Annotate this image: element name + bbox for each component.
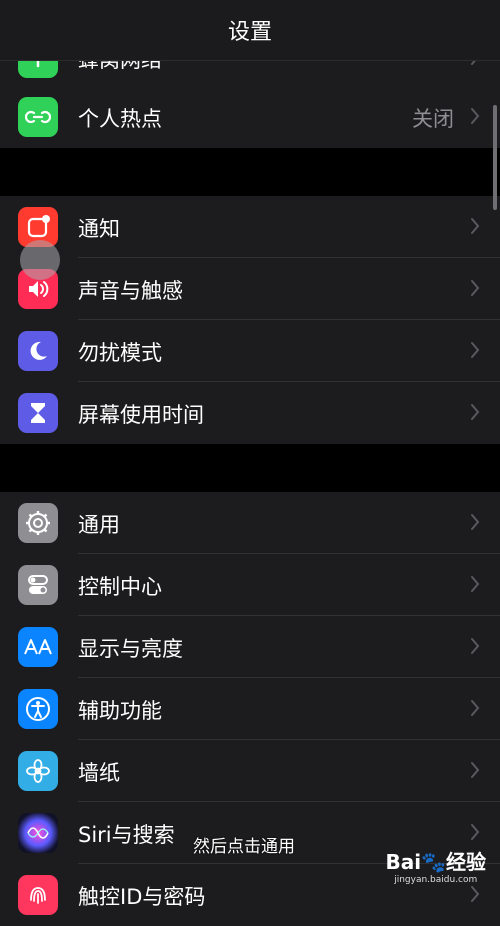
watermark-url: jingyan.baidu.com <box>394 875 478 885</box>
settings-row-wallpaper[interactable]: 墙纸 <box>0 740 500 802</box>
row-label: 个人热点 <box>78 107 162 131</box>
row-label: 墙纸 <box>78 761 120 785</box>
navigation-bar: 设置 <box>0 0 500 61</box>
instruction-caption: 然后点击通用 <box>193 837 295 857</box>
chevron-right-icon <box>471 762 480 778</box>
chevron-right-icon <box>471 886 480 902</box>
chevron-right-icon <box>471 824 480 840</box>
page-title: 设置 <box>227 20 272 45</box>
chevron-right-icon <box>471 700 480 716</box>
watermark: Bai🐾经验 jingyan.baidu.com <box>386 846 487 885</box>
settings-row-display-brightness[interactable]: 显示与亮度 <box>0 616 500 678</box>
toggles-icon <box>18 565 58 605</box>
hourglass-icon <box>18 393 58 433</box>
settings-row-do-not-disturb[interactable]: 勿扰模式 <box>0 320 500 382</box>
settings-row-general[interactable]: 通用 <box>0 492 500 554</box>
chevron-right-icon <box>471 576 480 592</box>
chevron-right-icon <box>471 280 480 296</box>
row-label: Siri与搜索 <box>78 823 175 847</box>
hotspot-icon <box>18 97 58 137</box>
touch-indicator <box>20 240 60 280</box>
flower-icon <box>18 751 58 791</box>
scroll-indicator[interactable] <box>493 105 497 210</box>
display-aa-icon <box>18 627 58 667</box>
settings-row-sounds-haptics[interactable]: 声音与触感 <box>0 258 500 320</box>
chevron-right-icon <box>471 404 480 420</box>
watermark-brand: Bai🐾经验 <box>385 850 487 874</box>
row-label: 显示与亮度 <box>78 637 183 661</box>
siri-icon <box>18 813 58 853</box>
row-label: 屏幕使用时间 <box>78 403 204 427</box>
fingerprint-icon <box>18 875 58 915</box>
settings-row-personal-hotspot[interactable]: 个人热点 关闭 <box>0 86 500 148</box>
chevron-right-icon <box>471 342 480 358</box>
row-value: 关闭 <box>412 107 454 131</box>
row-label: 控制中心 <box>78 575 162 599</box>
chevron-right-icon <box>471 218 480 234</box>
accessibility-icon <box>18 689 58 729</box>
settings-row-screen-time[interactable]: 屏幕使用时间 <box>0 382 500 444</box>
settings-row-control-center[interactable]: 控制中心 <box>0 554 500 616</box>
row-label: 通用 <box>78 513 120 537</box>
row-label: 声音与触感 <box>78 279 183 303</box>
row-label: 勿扰模式 <box>78 341 162 365</box>
chevron-right-icon <box>471 638 480 654</box>
row-label: 辅助功能 <box>78 699 162 723</box>
moon-icon <box>18 331 58 371</box>
settings-row-accessibility[interactable]: 辅助功能 <box>0 678 500 740</box>
settings-row-notifications[interactable]: 通知 <box>0 196 500 258</box>
gear-icon <box>18 503 58 543</box>
row-label: 通知 <box>78 217 120 241</box>
row-label: 触控ID与密码 <box>78 885 206 909</box>
chevron-right-icon <box>471 108 480 124</box>
chevron-right-icon <box>471 514 480 530</box>
